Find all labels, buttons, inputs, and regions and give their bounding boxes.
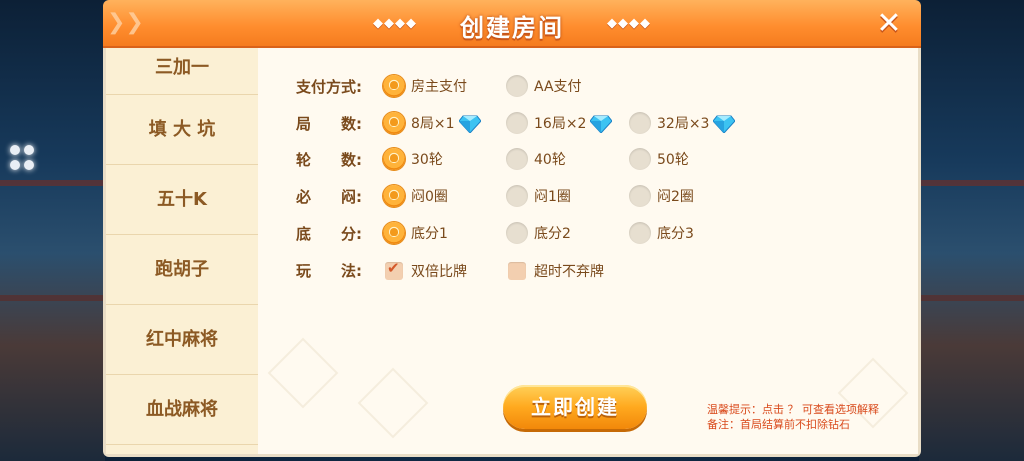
sidebar-item-sanjiayi[interactable]: 三加一	[106, 48, 258, 95]
dialog-title: 创建房间	[460, 14, 564, 42]
turns-option-40[interactable]: 40轮	[506, 148, 566, 170]
turns-row: 轮 数:	[296, 145, 376, 173]
must-stuffy-row: 必 闷:	[296, 182, 376, 210]
stadium-background-right	[919, 0, 1024, 461]
dialog-body: 三加一 填 大 坑 五十K 跑胡子 红中麻将 血战麻将 支付方式: 房主支付 A…	[103, 48, 921, 457]
checkbox-unchecked-icon	[508, 262, 526, 280]
option-label: 超时不弃牌	[534, 264, 604, 280]
game-sidebar: 三加一 填 大 坑 五十K 跑胡子 红中麻将 血战麻将	[106, 48, 259, 454]
stadium-stripe	[0, 180, 105, 186]
dialog-header: ❯❯ ◆◆◆◆ 创建房间 ◆◆◆◆ ✕	[103, 0, 921, 48]
option-label: 底分1	[411, 226, 448, 242]
option-label: 闷0圈	[411, 189, 448, 205]
payment-option-aa[interactable]: AA支付	[506, 75, 582, 97]
option-label: 16局×2	[534, 116, 587, 132]
turns-option-50[interactable]: 50轮	[629, 148, 689, 170]
stadium-light	[10, 160, 20, 170]
stadium-background-left	[0, 0, 105, 461]
radio-selected-icon	[383, 112, 405, 134]
radio-unselected-icon	[629, 185, 651, 207]
background-diamond	[357, 367, 429, 439]
base-score-option-2[interactable]: 底分2	[506, 222, 571, 244]
must-stuffy-label: 必 闷:	[296, 187, 362, 206]
base-score-label: 底 分:	[296, 224, 362, 243]
stadium-light	[10, 145, 20, 155]
stadium-light	[24, 160, 34, 170]
radio-unselected-icon	[629, 222, 651, 244]
option-label: 30轮	[411, 152, 443, 168]
option-label: 闷1圈	[534, 189, 571, 205]
option-label: 双倍比牌	[411, 264, 467, 280]
rounds-row: 局 数:	[296, 109, 376, 137]
stuffy-option-1[interactable]: 闷1圈	[506, 185, 571, 207]
radio-unselected-icon	[629, 112, 651, 134]
radio-unselected-icon	[506, 112, 528, 134]
stuffy-option-2[interactable]: 闷2圈	[629, 185, 694, 207]
gameplay-row: 玩 法:	[296, 256, 376, 284]
gameplay-label: 玩 法:	[296, 261, 362, 280]
option-label: AA支付	[534, 79, 582, 95]
payment-row: 支付方式:	[296, 72, 376, 100]
radio-unselected-icon	[506, 185, 528, 207]
stadium-light	[24, 145, 34, 155]
checkbox-checked-icon	[385, 259, 403, 280]
gameplay-option-double-compare[interactable]: 双倍比牌	[385, 259, 467, 281]
diamond-icon	[457, 115, 482, 134]
stadium-stripe	[0, 295, 105, 301]
rounds-label: 局 数:	[296, 114, 362, 133]
base-score-option-3[interactable]: 底分3	[629, 222, 694, 244]
gameplay-option-timeout-no-fold[interactable]: 超时不弃牌	[508, 261, 604, 281]
settings-panel: 支付方式: 房主支付 AA支付 局 数: 8局×1 16局×2 32局×3 轮 …	[258, 48, 918, 454]
option-label: 房主支付	[411, 79, 467, 95]
payment-option-owner[interactable]: 房主支付	[383, 75, 467, 97]
sidebar-item-xuezhan-mahjong[interactable]: 血战麻将	[106, 375, 258, 445]
option-label: 闷2圈	[657, 189, 694, 205]
rounds-option-8[interactable]: 8局×1	[383, 112, 482, 134]
option-label: 32局×3	[657, 116, 710, 132]
sidebar-item-wushik[interactable]: 五十K	[106, 165, 258, 235]
payment-label: 支付方式:	[296, 77, 362, 96]
stadium-stripe	[919, 295, 1024, 301]
radio-selected-icon	[383, 222, 405, 244]
radio-unselected-icon	[506, 148, 528, 170]
create-room-dialog: ❯❯ ◆◆◆◆ 创建房间 ◆◆◆◆ ✕ 三加一 填 大 坑 五十K 跑胡子 红中…	[103, 0, 921, 461]
background-diamond	[267, 337, 339, 409]
option-label: 底分3	[657, 226, 694, 242]
radio-unselected-icon	[506, 75, 528, 97]
option-label: 底分2	[534, 226, 571, 242]
base-score-row: 底 分:	[296, 219, 376, 247]
stuffy-option-0[interactable]: 闷0圈	[383, 185, 448, 207]
stadium-stripe	[919, 180, 1024, 186]
option-label: 8局×1	[411, 116, 455, 132]
sidebar-item-hongzhong-mahjong[interactable]: 红中麻将	[106, 305, 258, 375]
title-decoration-right: ◆◆◆◆	[607, 16, 651, 31]
turns-option-30[interactable]: 30轮	[383, 148, 443, 170]
radio-selected-icon	[383, 148, 405, 170]
diamond-icon	[712, 115, 737, 134]
radio-unselected-icon	[629, 148, 651, 170]
option-label: 40轮	[534, 152, 566, 168]
rounds-option-16[interactable]: 16局×2	[506, 112, 614, 134]
tip-text: 温馨提示：点击 ？ 可查看选项解释	[707, 403, 879, 416]
close-icon[interactable]: ✕	[871, 6, 907, 42]
sidebar-item-paohuzi[interactable]: 跑胡子	[106, 235, 258, 305]
create-room-button[interactable]: 立即创建	[503, 385, 647, 429]
sidebar-item-tiandakeng[interactable]: 填 大 坑	[106, 95, 258, 165]
option-label: 50轮	[657, 152, 689, 168]
radio-selected-icon	[383, 75, 405, 97]
note-text: 备注：首局结算前不扣除钻石	[707, 418, 850, 431]
rounds-option-32[interactable]: 32局×3	[629, 112, 737, 134]
radio-selected-icon	[383, 185, 405, 207]
radio-unselected-icon	[506, 222, 528, 244]
base-score-option-1[interactable]: 底分1	[383, 222, 448, 244]
turns-label: 轮 数:	[296, 150, 362, 169]
diamond-icon	[589, 115, 614, 134]
